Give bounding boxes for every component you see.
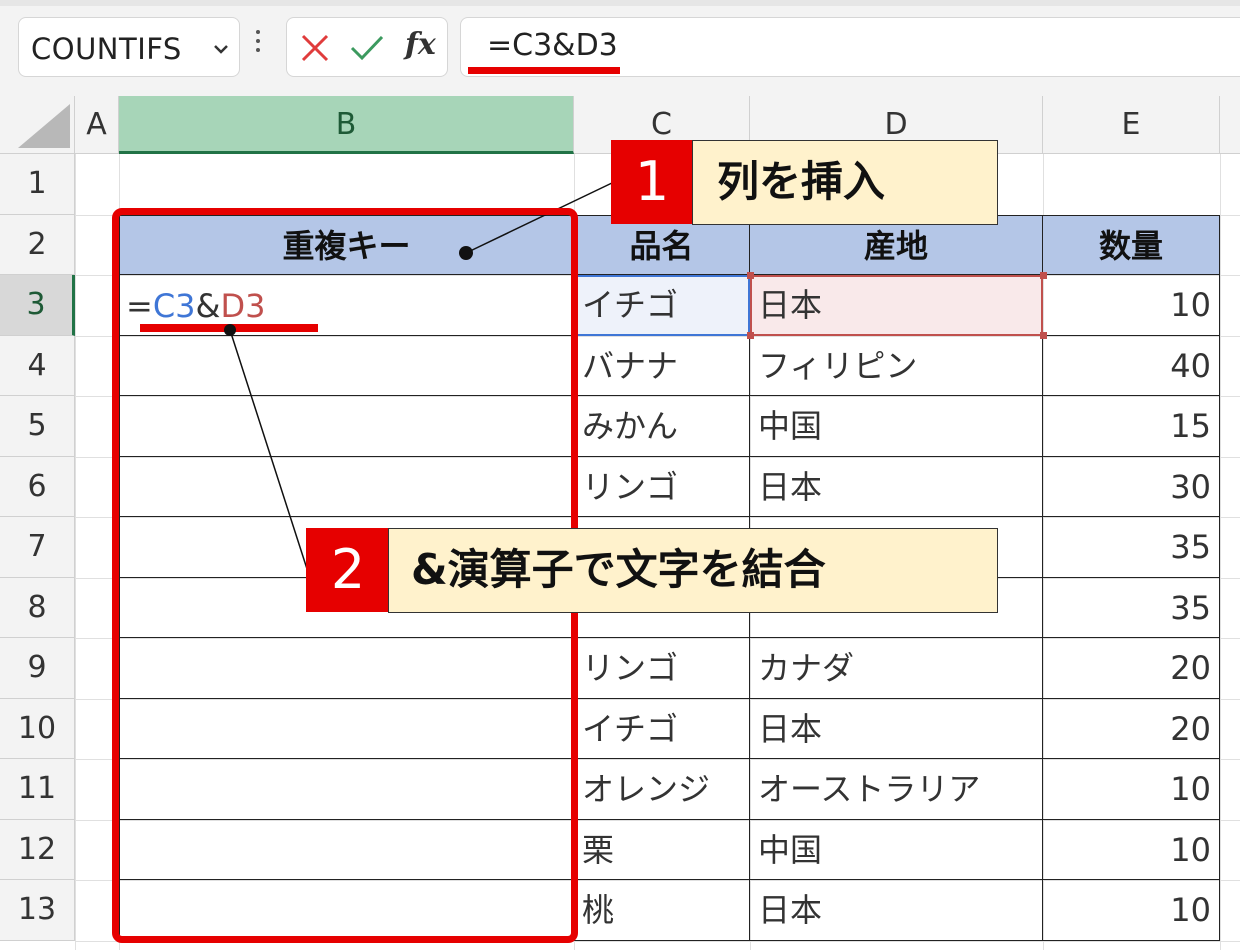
callout-2-text: &演算子で文字を結合 xyxy=(388,528,998,613)
callout-2-number: 2 xyxy=(306,528,390,612)
callout-1-number: 1 xyxy=(611,140,693,224)
callout-1-text: 列を挿入 xyxy=(692,140,998,225)
